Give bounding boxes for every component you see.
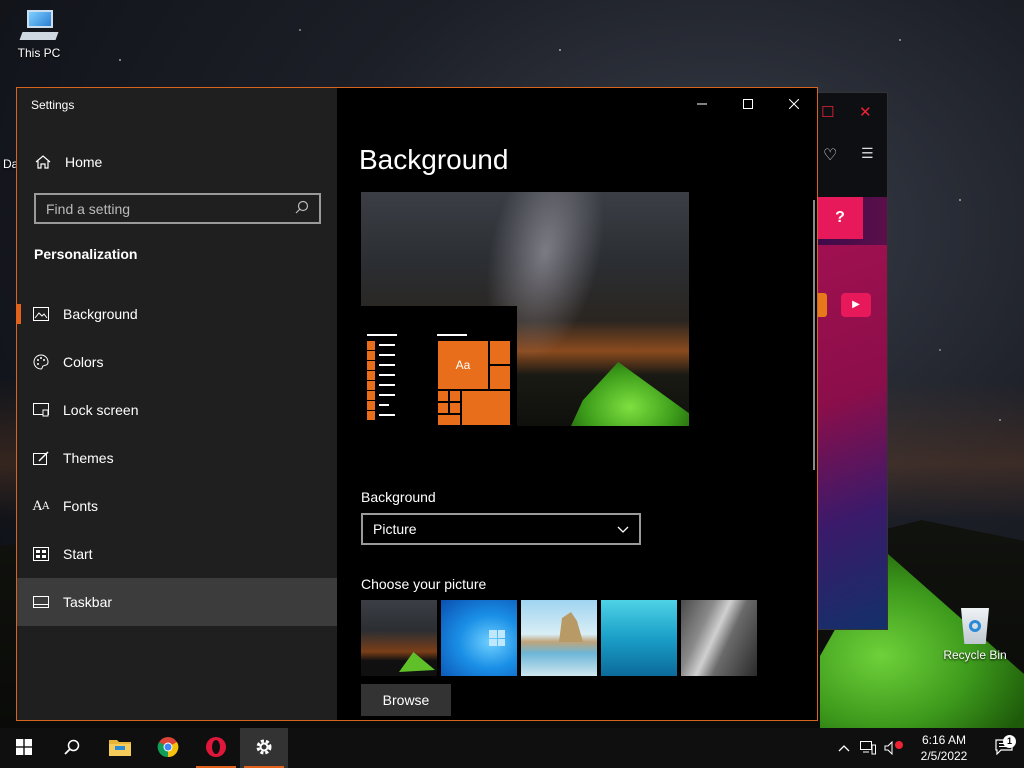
desktop-icon-recycle-bin[interactable]: Recycle Bin xyxy=(940,602,1010,662)
system-tray: 6:16 AM 2/5/2022 1 xyxy=(832,728,1024,768)
sidebar-item-lock-screen[interactable]: Lock screen xyxy=(17,386,337,434)
taskbar-chrome[interactable] xyxy=(144,728,192,768)
nav-home[interactable]: Home xyxy=(17,148,337,176)
choose-picture-label: Choose your picture xyxy=(361,576,487,592)
lock-screen-icon xyxy=(33,402,49,418)
picture-thumbnail[interactable] xyxy=(681,600,757,676)
taskbar-icon xyxy=(33,594,49,610)
clock[interactable]: 6:16 AM 2/5/2022 xyxy=(904,732,984,764)
close-icon[interactable]: ✕ xyxy=(859,103,872,121)
fonts-icon: AA xyxy=(32,498,50,514)
palette-icon xyxy=(33,354,49,370)
scrollbar[interactable] xyxy=(813,200,815,470)
close-button[interactable] xyxy=(771,88,817,120)
maximize-button[interactable] xyxy=(725,88,771,120)
notification-center-button[interactable]: 1 xyxy=(984,734,1024,758)
home-icon xyxy=(35,154,51,170)
recycle-bin-icon xyxy=(958,602,992,644)
settings-content: Background Aa Background Picture Choose … xyxy=(337,88,817,720)
page-title: Background xyxy=(359,144,509,175)
picture-thumbnail[interactable] xyxy=(521,600,597,676)
taskbar-settings[interactable] xyxy=(240,728,288,768)
settings-sliders-icon[interactable]: ☰ xyxy=(861,145,874,162)
chevron-up-icon[interactable] xyxy=(832,744,856,752)
partial-button[interactable]: ? xyxy=(817,197,863,239)
search-placeholder: Find a setting xyxy=(46,200,131,217)
section-title: Personalization xyxy=(34,246,138,262)
picture-thumbnail[interactable] xyxy=(601,600,677,676)
notification-count: 1 xyxy=(1003,734,1016,748)
computer-icon xyxy=(19,10,59,42)
sidebar-item-label: Themes xyxy=(63,450,114,466)
settings-sidebar: Settings Home Find a setting Personaliza… xyxy=(17,88,337,720)
youtube-icon[interactable]: ▶ xyxy=(841,293,871,317)
gear-icon xyxy=(254,737,274,760)
title-bar-controls xyxy=(679,88,817,120)
sidebar-item-label: Colors xyxy=(63,354,104,370)
nav-home-label: Home xyxy=(65,154,103,170)
sidebar-item-background[interactable]: Background xyxy=(17,290,337,338)
chevron-down-icon xyxy=(617,521,629,537)
windows-logo-icon xyxy=(16,738,32,758)
desktop-icon-label: Recycle Bin xyxy=(943,648,1007,662)
preview-tile-aa: Aa xyxy=(437,340,489,390)
image-icon xyxy=(33,306,49,322)
background-type-select[interactable]: Picture xyxy=(361,513,641,545)
folder-icon xyxy=(109,738,131,759)
preview-tiles: Aa xyxy=(437,340,511,426)
sidebar-item-themes[interactable]: Themes xyxy=(17,434,337,482)
sidebar-item-start[interactable]: Start xyxy=(17,530,337,578)
preview-tent xyxy=(571,362,689,426)
themes-icon xyxy=(33,450,49,466)
sidebar-item-label: Lock screen xyxy=(63,402,139,418)
window-title: Settings xyxy=(31,98,75,112)
clock-date: 2/5/2022 xyxy=(920,749,968,763)
search-icon[interactable] xyxy=(295,200,309,217)
sidebar-item-label: Taskbar xyxy=(63,594,113,610)
opera-icon xyxy=(205,736,227,761)
picture-thumbnail[interactable] xyxy=(441,600,517,676)
start-icon xyxy=(33,546,49,562)
browse-button[interactable]: Browse xyxy=(361,684,451,716)
background-browser-window[interactable]: ☐ ✕ ♡ ☰ ? ▶ xyxy=(810,92,888,630)
search-input[interactable]: Find a setting xyxy=(34,193,321,224)
network-icon[interactable] xyxy=(856,741,880,755)
volume-muted-icon[interactable] xyxy=(880,741,904,755)
minimize-button[interactable] xyxy=(679,88,725,120)
background-type-value: Picture xyxy=(373,521,417,537)
picture-thumbnail[interactable] xyxy=(361,600,437,676)
taskbar-file-explorer[interactable] xyxy=(96,728,144,768)
taskbar: 6:16 AM 2/5/2022 1 xyxy=(0,728,1024,768)
sidebar-item-label: Fonts xyxy=(63,498,99,514)
chrome-icon xyxy=(157,736,179,761)
background-type-label: Background xyxy=(361,489,436,505)
maximize-icon[interactable]: ☐ xyxy=(821,103,834,121)
sidebar-item-taskbar[interactable]: Taskbar xyxy=(17,578,337,626)
picture-thumbnails xyxy=(361,600,761,676)
search-button[interactable] xyxy=(48,728,96,768)
start-button[interactable] xyxy=(0,728,48,768)
taskbar-opera[interactable] xyxy=(192,728,240,768)
sidebar-item-label: Start xyxy=(63,546,93,562)
desktop-icon-this-pc[interactable]: This PC xyxy=(4,10,74,60)
sidebar-item-label: Background xyxy=(63,306,138,322)
nav-list: Background Colors Lock screen Themes AA … xyxy=(17,290,337,626)
preview-start-menu: Aa xyxy=(361,306,517,426)
sidebar-item-colors[interactable]: Colors xyxy=(17,338,337,386)
clock-time: 6:16 AM xyxy=(921,733,967,747)
settings-window: Settings Home Find a setting Personaliza… xyxy=(16,87,818,721)
sidebar-item-fonts[interactable]: AA Fonts xyxy=(17,482,337,530)
search-icon xyxy=(64,739,80,758)
heart-icon[interactable]: ♡ xyxy=(823,145,837,165)
desktop-icon-label: This PC xyxy=(17,46,61,60)
background-preview: Aa xyxy=(361,192,689,426)
